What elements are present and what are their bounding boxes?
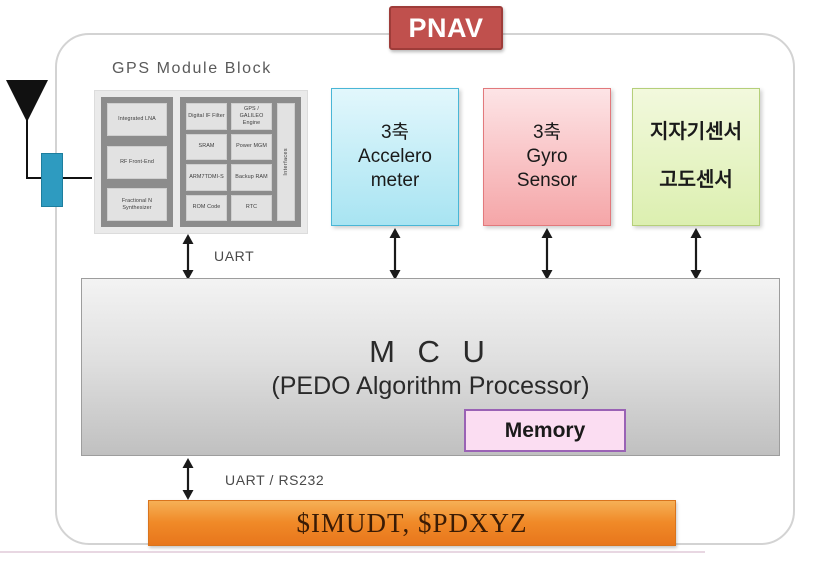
gps-cell-sram: SRAM <box>186 133 227 160</box>
pnav-title-badge: PNAV <box>389 6 503 50</box>
label-uart-rs232: UART / RS232 <box>225 472 325 488</box>
arrow-gyro-to-mcu <box>540 228 554 280</box>
gps-module-block: Integrated LNA RF Front-End Fractional N… <box>94 90 308 234</box>
gps-cell-digital-if-filter: Digital IF Filter <box>186 103 227 130</box>
sensor-altimeter-label: 고도센서 <box>659 169 733 191</box>
gps-module-label: GPS Module Block <box>112 60 272 77</box>
output-sentence-bar: $IMUDT, $PDXYZ <box>148 500 676 546</box>
gps-cell-power-mgm: Power MGM <box>231 133 272 160</box>
gps-cell-gps-galileo-engine: GPS / GALILEO Engine <box>231 103 272 130</box>
gps-cell-backup-ram: Backup RAM <box>231 164 272 191</box>
sensor-box-accelerometer: 3축 Accelero meter <box>331 88 459 226</box>
sensor-box-magnetometer-altimeter: 지자기센서 고도센서 <box>632 88 760 226</box>
sensor-magnetometer-label: 지자기센서 <box>650 121 742 144</box>
gps-baseband-panel: Digital IF Filter GPS / GALILEO Engine S… <box>180 97 301 227</box>
gps-interfaces-label: Interfaces <box>283 148 289 176</box>
label-uart-gps: UART <box>214 248 255 264</box>
arrow-mcu-to-output <box>181 458 195 500</box>
gps-rf-frontend-panel: Integrated LNA RF Front-End Fractional N… <box>101 97 173 227</box>
sensor-accelerometer-line1: 3축 <box>380 121 410 143</box>
memory-block: Memory <box>464 409 626 452</box>
gps-interfaces-strip: Interfaces <box>277 103 295 221</box>
block-diagram-canvas: PNAV GPS Module Block Integrated LNA RF … <box>0 0 814 561</box>
mcu-title: M C U <box>369 334 492 369</box>
gps-cell-integrated-lna: Integrated LNA <box>107 103 167 136</box>
mcu-block: M C U (PEDO Algorithm Processor) Memory <box>81 278 780 456</box>
gps-baseband-grid: Digital IF Filter GPS / GALILEO Engine S… <box>186 103 272 221</box>
antenna-connector-port <box>41 153 63 207</box>
sensor-box-gyro: 3축 Gyro Sensor <box>483 88 611 226</box>
gps-cell-rtc: RTC <box>231 194 272 221</box>
sensor-gyro-line2: Gyro <box>526 145 568 167</box>
antenna-stem <box>26 119 28 179</box>
bottom-divider <box>0 551 705 553</box>
arrow-gps-to-mcu <box>181 234 195 280</box>
gps-cell-rf-front-end: RF Front-End <box>107 145 167 179</box>
antenna-triangle-icon <box>6 80 48 122</box>
gps-cell-fractional-n-synthesizer: Fractional N Synthesizer <box>107 188 167 221</box>
mcu-subtitle: (PEDO Algorithm Processor) <box>271 372 590 400</box>
gps-cell-arm7tdmi-s: ARM7TDMI-S <box>186 164 227 191</box>
arrow-magnetometer-to-mcu <box>689 228 703 280</box>
gps-cell-rom-code: ROM Code <box>186 194 227 221</box>
arrow-accelerometer-to-mcu <box>388 228 402 280</box>
sensor-accelerometer-line2: Accelero <box>358 145 432 167</box>
sensor-gyro-line1: 3축 <box>532 121 562 143</box>
sensor-accelerometer-line3: meter <box>370 170 420 192</box>
sensor-gyro-line3: Sensor <box>516 170 578 192</box>
